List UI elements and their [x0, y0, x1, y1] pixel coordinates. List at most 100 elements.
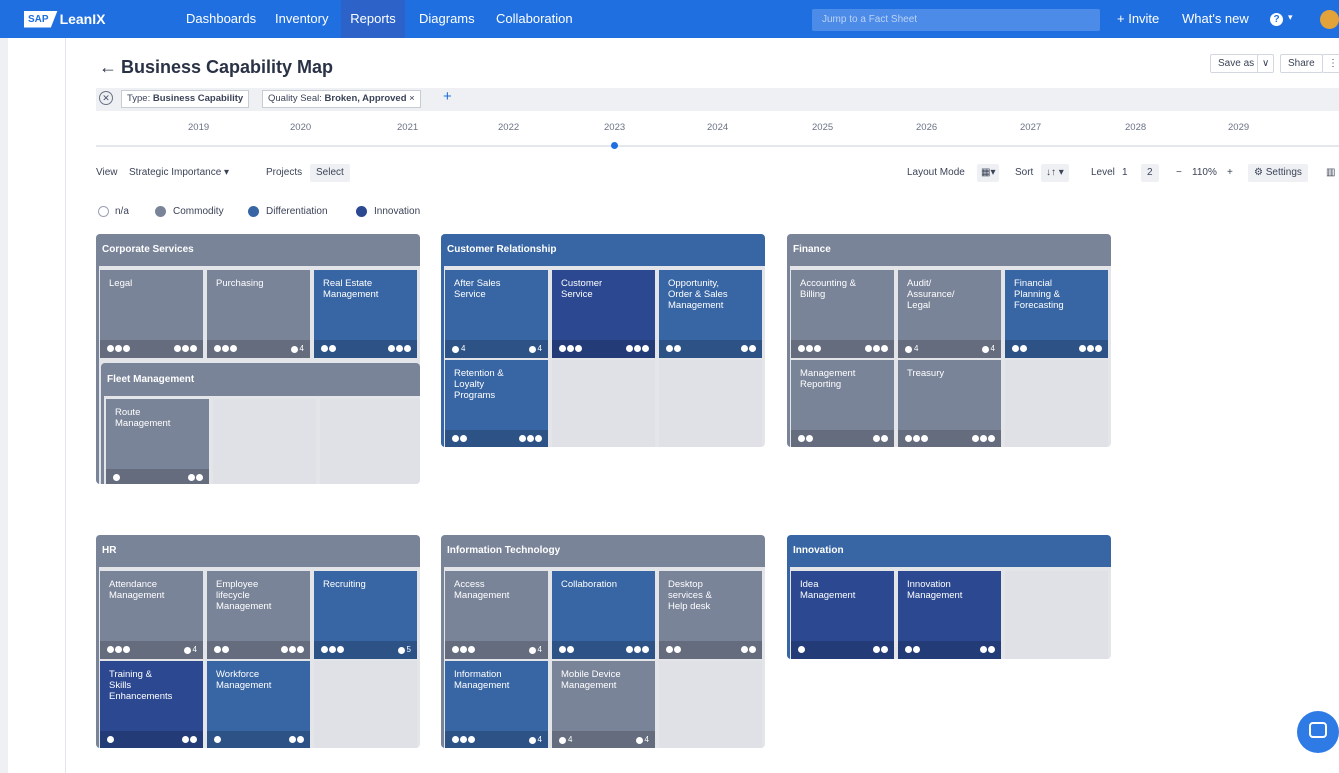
view-select[interactable]: Strategic Importance ▾ [123, 164, 236, 182]
capability-card[interactable]: Treasury [898, 360, 1001, 447]
capability-card[interactable]: Access Management 4 [445, 571, 548, 659]
settings-button[interactable]: ⚙ Settings [1248, 164, 1308, 182]
timeline-handle[interactable] [611, 142, 618, 149]
capability-card[interactable]: Innovation Management [898, 571, 1001, 659]
level-2-button[interactable]: 2 [1141, 164, 1159, 182]
maturity-dots: 4 [905, 345, 918, 353]
indicator-dot [528, 646, 536, 654]
maturity-dots [666, 345, 681, 352]
timeline-year[interactable]: 2022 [498, 122, 519, 133]
filter-chip-quality-seal[interactable]: Quality Seal: Broken, Approved × [262, 90, 421, 108]
fit-dots [174, 345, 197, 352]
layout-mode-icon[interactable]: ▦▾ [977, 164, 1000, 182]
nav-dashboards[interactable]: Dashboards [178, 0, 264, 38]
capability-card[interactable]: Real Estate Management [314, 270, 417, 358]
sort-select[interactable]: ↓↑ ▾ [1041, 164, 1069, 182]
capability-card[interactable]: Management Reporting [791, 360, 894, 447]
nav-collaboration[interactable]: Collaboration [488, 0, 581, 38]
timeline-year[interactable]: 2021 [397, 122, 418, 133]
capability-card[interactable]: Desktop services & Help desk [659, 571, 762, 659]
capability-card[interactable]: After Sales Service 4 4 [445, 270, 548, 358]
timeline-year[interactable]: 2023 [604, 122, 625, 133]
help-caret-icon[interactable]: ▾ [1288, 12, 1293, 23]
level-1-button[interactable]: 1 [1116, 164, 1134, 182]
group-left-bar [787, 266, 790, 447]
group-header[interactable]: Corporate Services [96, 234, 420, 266]
clear-filters-icon[interactable]: ✕ [99, 91, 113, 105]
group-header[interactable]: Information Technology [441, 535, 765, 567]
table-icon[interactable]: ▥ [1326, 167, 1335, 178]
add-filter-button[interactable]: + [443, 88, 452, 105]
back-arrow-icon[interactable]: ← [99, 57, 117, 78]
capability-card[interactable]: Audit/ Assurance/ Legal 4 4 [898, 270, 1001, 358]
capability-card[interactable]: Training & Skills Enhancements [100, 661, 203, 748]
capability-card[interactable]: Financial Planning & Forecasting [1005, 270, 1108, 358]
capability-name: Desktop services & Help desk [668, 579, 712, 612]
capability-card[interactable]: Opportunity, Order & Sales Management [659, 270, 762, 358]
fact-sheet-search-input[interactable]: Jump to a Fact Sheet [812, 9, 1100, 31]
indicator-dot [535, 435, 542, 442]
timeline-year[interactable]: 2020 [290, 122, 311, 133]
save-as-dropdown[interactable]: ∨ [1257, 54, 1275, 73]
help-icon[interactable]: ? [1270, 13, 1283, 26]
fit-dots: 4 [183, 646, 197, 654]
save-as-button[interactable]: Save as [1210, 54, 1263, 73]
zoom-in-button[interactable]: + [1227, 167, 1233, 178]
indicator-dot [397, 646, 405, 654]
brand-logo[interactable]: SAP LeanIX [24, 9, 105, 29]
group-header[interactable]: Innovation [787, 535, 1111, 567]
timeline-year[interactable]: 2025 [812, 122, 833, 133]
nav-diagrams[interactable]: Diagrams [411, 0, 483, 38]
capability-card[interactable]: Mobile Device Management 4 4 [552, 661, 655, 748]
indicator-dot [749, 646, 756, 653]
capability-card[interactable]: Information Management 4 [445, 661, 548, 748]
filter-chip-type[interactable]: Type: Business Capability [121, 90, 250, 108]
indicator-dot [214, 646, 221, 653]
maturity-dots [905, 646, 920, 653]
capability-card[interactable]: Customer Service [552, 270, 655, 358]
capability-name: Retention & Loyalty Programs [454, 368, 504, 401]
timeline-year[interactable]: 2024 [707, 122, 728, 133]
timeline-year[interactable]: 2029 [1228, 122, 1249, 133]
timeline-year[interactable]: 2026 [916, 122, 937, 133]
share-button[interactable]: Share [1280, 54, 1323, 73]
empty-slot [213, 399, 316, 484]
projects-select[interactable]: Select [310, 164, 350, 182]
timeline-year[interactable]: 2027 [1020, 122, 1041, 133]
nav-inventory[interactable]: Inventory [267, 0, 336, 38]
capability-card[interactable]: Collaboration [552, 571, 655, 659]
timeline-track[interactable] [96, 145, 1339, 147]
avatar[interactable] [1320, 10, 1339, 29]
remove-filter-icon[interactable]: × [409, 93, 415, 104]
capability-card[interactable]: Workforce Management [207, 661, 310, 748]
capability-card[interactable]: Legal [100, 270, 203, 358]
maturity-dots [321, 646, 344, 653]
maturity-dots [107, 345, 130, 352]
capability-card[interactable]: Attendance Management 4 [100, 571, 203, 659]
capability-footer: 44 [445, 340, 548, 358]
capability-card[interactable]: Accounting & Billing [791, 270, 894, 358]
invite-button[interactable]: + Invite [1117, 0, 1159, 38]
capability-card[interactable]: Purchasing 4 [207, 270, 310, 358]
group-header[interactable]: Customer Relationship [441, 234, 765, 266]
capability-card[interactable]: Route Management [106, 399, 209, 484]
capability-card[interactable]: Idea Management [791, 571, 894, 659]
indicator-dot [321, 345, 328, 352]
zoom-out-button[interactable]: − [1176, 167, 1182, 178]
timeline-year[interactable]: 2019 [188, 122, 209, 133]
indicator-count: 4 [568, 735, 573, 744]
indicator-dot [404, 345, 411, 352]
indicator-dot [626, 345, 633, 352]
indicator-dot [634, 345, 641, 352]
more-options-button[interactable]: ⋮ [1322, 54, 1339, 73]
group-header[interactable]: Finance [787, 234, 1111, 266]
subgroup-header[interactable]: Fleet Management [101, 363, 420, 396]
capability-subgroup: Fleet Management Route Management [101, 363, 420, 484]
group-header[interactable]: HR [96, 535, 420, 567]
capability-card[interactable]: Retention & Loyalty Programs [445, 360, 548, 447]
timeline-year[interactable]: 2028 [1125, 122, 1146, 133]
capability-card[interactable]: Employee lifecycle Management [207, 571, 310, 659]
capability-card[interactable]: Recruiting 5 [314, 571, 417, 659]
whats-new-button[interactable]: What's new [1182, 0, 1249, 38]
nav-reports[interactable]: Reports [341, 0, 405, 38]
